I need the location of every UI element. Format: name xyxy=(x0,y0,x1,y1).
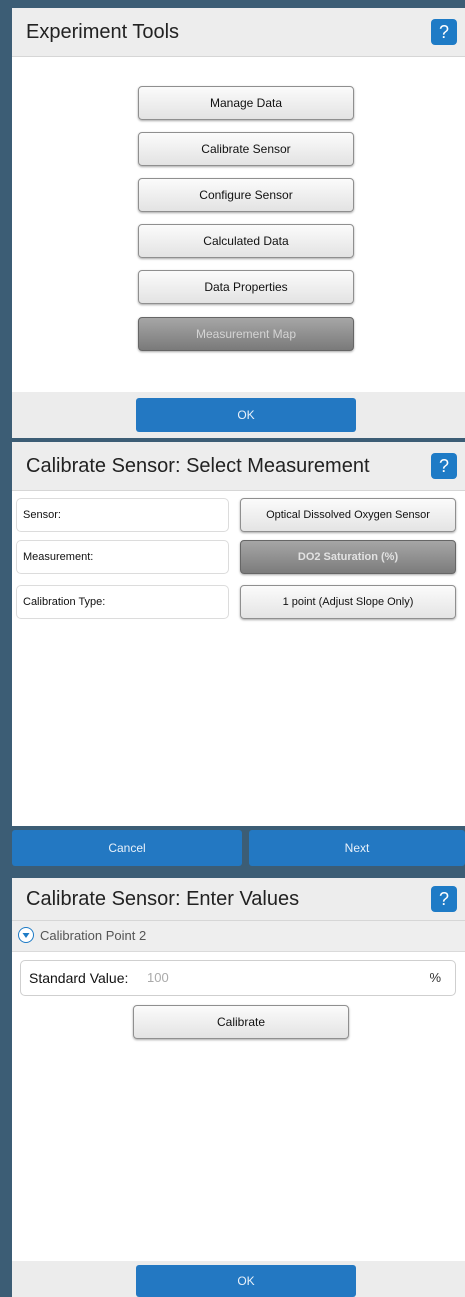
dialog-header: Calibrate Sensor: Select Measurement ? xyxy=(12,442,465,491)
ok-button[interactable]: OK xyxy=(136,398,356,432)
ok-label: OK xyxy=(237,1274,255,1288)
calculated-data-label: Calculated Data xyxy=(203,234,289,248)
calibrate-label: Calibrate xyxy=(216,1015,266,1029)
calibration-type-select[interactable]: 1 point (Adjust Slope Only) xyxy=(240,585,456,619)
dialog-footer: OK xyxy=(12,1261,465,1297)
manage-data-button[interactable]: Manage Data xyxy=(138,86,354,120)
next-label: Next xyxy=(344,841,370,855)
manage-data-label: Manage Data xyxy=(209,96,283,110)
data-properties-label: Data Properties xyxy=(204,280,288,294)
standard-value-input[interactable]: 100 xyxy=(147,961,169,995)
configure-sensor-button[interactable]: Configure Sensor xyxy=(138,178,354,212)
help-button[interactable]: ? xyxy=(431,453,457,479)
enter-values-dialog: Calibrate Sensor: Enter Values ? Calibra… xyxy=(12,878,465,1297)
measurement-label: Measurement: xyxy=(16,540,229,574)
section-label: Calibration Point 2 xyxy=(40,928,147,943)
unit-label: % xyxy=(429,970,441,985)
help-icon: ? xyxy=(438,22,449,42)
cancel-button[interactable]: Cancel xyxy=(12,830,242,866)
dialog-title: Calibrate Sensor: Select Measurement xyxy=(26,455,370,477)
expand-circle-icon xyxy=(18,927,34,943)
cancel-label: Cancel xyxy=(108,841,146,855)
calibrate-button[interactable]: Calibrate xyxy=(133,1005,349,1039)
ok-label: OK xyxy=(237,408,255,422)
select-measurement-dialog: Calibrate Sensor: Select Measurement ? S… xyxy=(12,442,465,902)
dialog-header: Experiment Tools ? xyxy=(12,8,465,57)
experiment-tools-dialog: Experiment Tools ? Manage Data Calibrate… xyxy=(12,8,465,438)
help-icon: ? xyxy=(438,889,449,909)
help-button[interactable]: ? xyxy=(431,19,457,45)
calibrate-sensor-button[interactable]: Calibrate Sensor xyxy=(138,132,354,166)
next-button[interactable]: Next xyxy=(249,830,465,866)
standard-value-label: Standard Value: xyxy=(29,970,129,986)
help-button[interactable]: ? xyxy=(431,886,457,912)
dialog-title: Experiment Tools xyxy=(26,21,180,43)
calibrate-sensor-label: Calibrate Sensor xyxy=(201,142,291,156)
sensor-select[interactable]: Optical Dissolved Oxygen Sensor xyxy=(240,498,456,532)
standard-value-field[interactable]: Standard Value: 100 % xyxy=(20,960,456,996)
dialog-header: Calibrate Sensor: Enter Values ? xyxy=(12,878,465,921)
measurement-map-button[interactable]: Measurement Map xyxy=(138,317,354,351)
configure-sensor-label: Configure Sensor xyxy=(199,188,293,202)
measurement-map-label: Measurement Map xyxy=(195,327,297,341)
calibration-point-section[interactable]: Calibration Point 2 xyxy=(12,921,465,952)
dialog-footer: OK xyxy=(12,392,465,438)
measurement-select[interactable]: DO2 Saturation (%) xyxy=(240,540,456,574)
help-icon: ? xyxy=(438,456,449,476)
dialog-title: Calibrate Sensor: Enter Values xyxy=(26,888,300,910)
calibration-type-label: Calibration Type: xyxy=(16,585,229,619)
calculated-data-button[interactable]: Calculated Data xyxy=(138,224,354,258)
data-properties-button[interactable]: Data Properties xyxy=(138,270,354,304)
sensor-label: Sensor: xyxy=(16,498,229,532)
ok-button[interactable]: OK xyxy=(136,1265,356,1297)
